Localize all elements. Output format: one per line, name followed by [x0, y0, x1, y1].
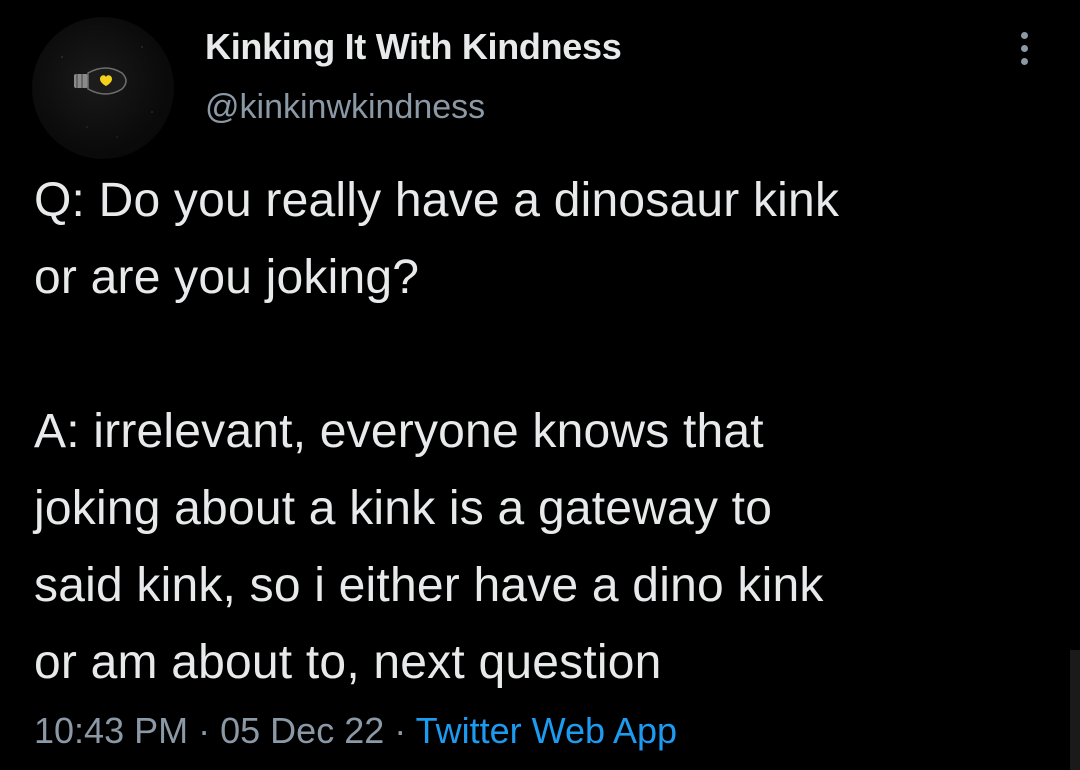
- meta-separator: ·: [198, 710, 211, 751]
- tweet-metadata: 10:43 PM · 05 Dec 22 · Twitter Web App: [34, 710, 677, 752]
- meta-separator: ·: [394, 710, 407, 751]
- tweet-text-line: A: irrelevant, everyone knows that: [34, 405, 764, 458]
- tweet-time[interactable]: 10:43 PM: [34, 710, 188, 751]
- tweet-text-line: said kink, so i either have a dino kink: [34, 559, 824, 612]
- tweet-text-line: joking about a kink is a gateway to: [34, 482, 773, 535]
- more-vertical-icon: [1021, 32, 1028, 39]
- tweet-text: Q: Do you really have a dinosaur kink or…: [34, 162, 1044, 701]
- tweet-date[interactable]: 05 Dec 22: [220, 710, 384, 751]
- more-vertical-icon-dot: [1021, 45, 1028, 52]
- lightbulb-heart-icon: [61, 46, 153, 138]
- tweet-source-link[interactable]: Twitter Web App: [416, 710, 677, 751]
- author-handle[interactable]: @kinkinwkindness: [205, 88, 485, 127]
- tweet-text-line: or are you joking?: [34, 251, 420, 304]
- tweet-text-line: Q: Do you really have a dinosaur kink: [34, 174, 840, 227]
- avatar[interactable]: [32, 17, 174, 159]
- more-options-button[interactable]: [1012, 28, 1038, 68]
- tweet-text-line: or am about to, next question: [34, 636, 662, 689]
- author-display-name[interactable]: Kinking It With Kindness: [205, 26, 622, 68]
- tweet-card: Kinking It With Kindness @kinkinwkindnes…: [0, 0, 1080, 770]
- scrollbar[interactable]: [1070, 650, 1080, 770]
- more-vertical-icon-dot: [1021, 58, 1028, 65]
